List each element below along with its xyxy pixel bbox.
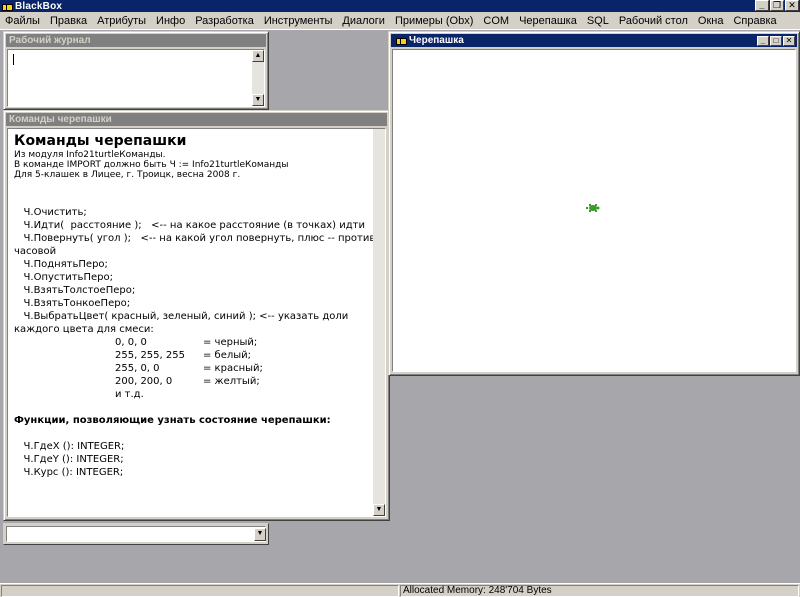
- dropdown-arrow-icon[interactable]: ▼: [254, 528, 266, 541]
- minimize-button[interactable]: _: [757, 36, 769, 46]
- turtle-canvas[interactable]: [392, 49, 796, 372]
- menu-files[interactable]: Файлы: [0, 13, 45, 29]
- blackbox-logo-icon: [396, 36, 407, 45]
- menu-turtle[interactable]: Черепашка: [514, 13, 582, 29]
- turtle-window-controls: _ □ ✕: [757, 36, 795, 46]
- menu-dialogs[interactable]: Диалоги: [337, 13, 390, 29]
- function-line: Ч.Курс (): INTEGER;: [14, 467, 124, 478]
- turtle-titlebar[interactable]: Черепашка: [391, 34, 797, 47]
- commands-document[interactable]: Команды черепашки Из модуля Info21turtle…: [7, 128, 386, 517]
- journal-scrollbar[interactable]: ▲ ▼: [252, 50, 264, 106]
- scroll-down-arrow-icon[interactable]: ▼: [373, 504, 385, 516]
- function-line: Ч.ГдеX (): INTEGER;: [14, 441, 125, 452]
- command-input[interactable]: [6, 526, 266, 542]
- close-button[interactable]: ✕: [783, 36, 795, 46]
- app-titlebar[interactable]: BlackBox _ ❐ ✕: [0, 0, 800, 12]
- doc-line: Ч.Идти( расстояние ); <-- на какое расст…: [14, 220, 365, 231]
- maximize-button[interactable]: □: [770, 36, 782, 46]
- commands-scrollbar[interactable]: ▼: [373, 129, 385, 516]
- doc-line: Ч.Повернуть( угол ); <-- на какой угол п…: [14, 233, 376, 244]
- scroll-up-arrow-icon[interactable]: ▲: [252, 50, 264, 62]
- journal-window: Рабочий журнал ▲ ▼: [3, 31, 269, 110]
- menu-help[interactable]: Справка: [728, 13, 781, 29]
- menu-com[interactable]: COM: [478, 13, 514, 29]
- document-heading: Команды черепашки: [14, 133, 187, 149]
- functions-heading: Функции, позволяющие узнать состояние че…: [14, 415, 331, 426]
- blackbox-logo-icon: [2, 2, 13, 11]
- turtle-icon: [586, 204, 600, 212]
- command-line-panel: ▼: [3, 523, 269, 545]
- menu-examples[interactable]: Примеры (Obx): [390, 13, 478, 29]
- menu-desktop[interactable]: Рабочий стол: [614, 13, 693, 29]
- doc-line: Ч.ОпуститьПеро;: [14, 272, 113, 283]
- journal-titlebar[interactable]: Рабочий журнал: [6, 34, 266, 47]
- doc-line: Ч.ВыбратьЦвет( красный, зеленый, синий )…: [14, 311, 349, 322]
- menu-edit[interactable]: Правка: [45, 13, 92, 29]
- doc-line: каждого цвета для смеси:: [14, 324, 154, 335]
- commands-text: Команды черепашки Из модуля Info21turtle…: [14, 133, 376, 479]
- app-window-controls: _ ❐ ✕: [755, 0, 799, 11]
- color-row: 0, 0, 0 = черный;: [115, 337, 258, 348]
- minimize-button[interactable]: _: [755, 0, 769, 11]
- color-row: 200, 200, 0 = желтый;: [115, 376, 260, 387]
- commands-titlebar[interactable]: Команды черепашки: [6, 113, 387, 126]
- menu-attributes[interactable]: Атрибуты: [92, 13, 151, 29]
- menu-dev[interactable]: Разработка: [190, 13, 259, 29]
- status-message: [1, 585, 399, 597]
- scroll-down-arrow-icon[interactable]: ▼: [252, 94, 264, 106]
- function-line: Ч.ГдеY (): INTEGER;: [14, 454, 124, 465]
- turtle-window-title: Черепашка: [409, 35, 464, 46]
- intro-line: В команде IMPORT должно быть Ч := Info21…: [14, 160, 289, 170]
- menu-sql[interactable]: SQL: [582, 13, 614, 29]
- commands-window: Команды черепашки Команды черепашки Из м…: [3, 110, 390, 521]
- app-title: BlackBox: [15, 0, 63, 12]
- doc-line: Ч.Очистить;: [14, 207, 87, 218]
- doc-line: Ч.ВзятьТолстоеПеро;: [14, 285, 136, 296]
- doc-line: Ч.ВзятьТонкоеПеро;: [14, 298, 131, 309]
- turtle-window: Черепашка _ □ ✕: [388, 31, 800, 376]
- intro-line: Из модуля Info21turtleКоманды.: [14, 150, 166, 160]
- menu-windows[interactable]: Окна: [693, 13, 729, 29]
- color-row: и т.д.: [115, 389, 144, 400]
- intro-line: Для 5-клашек в Лицее, г. Троицк, весна 2…: [14, 170, 241, 180]
- doc-line: часовой: [14, 246, 57, 257]
- menu-tools[interactable]: Инструменты: [259, 13, 338, 29]
- close-button[interactable]: ✕: [785, 0, 799, 11]
- doc-line: Ч.ПоднятьПеро;: [14, 259, 108, 270]
- journal-text-area[interactable]: ▲ ▼: [7, 49, 265, 107]
- text-caret: [13, 54, 14, 65]
- menu-bar: Файлы Правка Атрибуты Инфо Разработка Ин…: [0, 12, 800, 30]
- status-bar: Allocated Memory: 248'704 Bytes: [0, 583, 800, 597]
- memory-status: Allocated Memory: 248'704 Bytes: [400, 585, 799, 597]
- color-row: 255, 0, 0 = красный;: [115, 363, 263, 374]
- color-row: 255, 255, 255 = белый;: [115, 350, 252, 361]
- restore-button[interactable]: ❐: [770, 0, 784, 11]
- menu-info[interactable]: Инфо: [151, 13, 190, 29]
